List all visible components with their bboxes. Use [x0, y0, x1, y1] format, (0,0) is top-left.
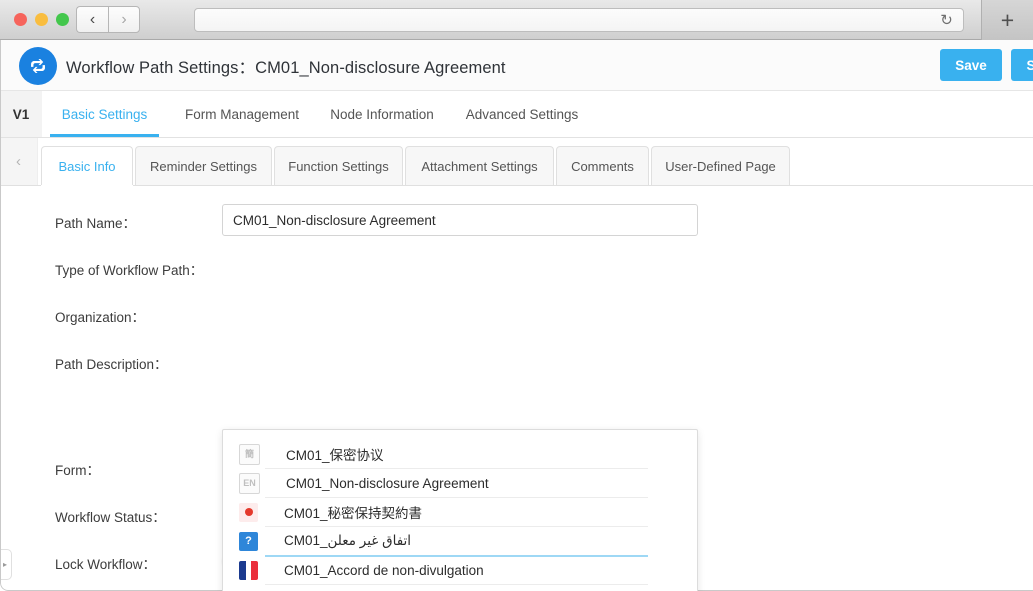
new-tab-button[interactable]: + — [981, 0, 1033, 40]
secondary-tab-bar: ‹ Basic Info Reminder Settings Function … — [0, 138, 1033, 186]
tab-node-information[interactable]: Node Information — [317, 91, 447, 137]
maximize-window-button[interactable] — [56, 13, 69, 26]
form-panel: Path Name： CM01_Non-disclosure Agreement… — [0, 186, 1033, 591]
zh-simplified-flag-icon: 簡 — [239, 443, 260, 465]
path-description-label: Path Description： — [55, 357, 168, 372]
row-underline — [265, 584, 648, 585]
organization-label: Organization： — [55, 310, 146, 325]
dialog-row-value[interactable]: CM01_保密协议 — [286, 444, 384, 464]
path-name-input[interactable]: CM01_Non-disclosure Agreement — [222, 204, 698, 236]
dialog-row-fr[interactable]: CM01_Accord de non-divulgation — [239, 556, 649, 584]
dialog-row-ja[interactable]: CM01_秘密保持契約書 — [239, 498, 649, 526]
tab-basic-settings[interactable]: Basic Settings — [42, 91, 167, 137]
tab-scroll-left-icon[interactable]: ‹ — [0, 138, 38, 185]
collapsed-panel-handle[interactable]: ▸ — [0, 549, 12, 580]
workflow-status-label: Workflow Status： — [55, 510, 166, 525]
minimize-window-button[interactable] — [35, 13, 48, 26]
close-window-button[interactable] — [14, 13, 27, 26]
dialog-row-value[interactable]: CM01_秘密保持契約書 — [284, 502, 422, 522]
app-header: Workflow Path Settings：CM01_Non-disclosu… — [0, 40, 1033, 91]
japan-flag-icon — [239, 502, 258, 522]
dialog-row-value[interactable]: CM01_Accord de non-divulgation — [284, 563, 484, 578]
type-of-workflow-path-label: Type of Workflow Path： — [55, 263, 204, 278]
tab-function-settings[interactable]: Function Settings — [274, 146, 403, 185]
forward-button[interactable]: › — [108, 6, 140, 33]
save-button[interactable]: Save — [940, 49, 1002, 81]
tab-attachment-settings[interactable]: Attachment Settings — [405, 146, 554, 185]
tab-comments[interactable]: Comments — [556, 146, 649, 185]
france-flag-icon — [239, 560, 258, 580]
dialog-row-zh[interactable]: 簡 CM01_保密协议 — [239, 440, 649, 468]
multilanguage-name-dialog: 簡 CM01_保密协议 EN CM01_Non-disclosure Agree… — [222, 429, 698, 591]
tab-advanced-settings[interactable]: Advanced Settings — [452, 91, 592, 137]
dialog-row-ar[interactable]: ? CM01_اتفاق غير معلن — [239, 527, 649, 555]
tab-reminder-settings[interactable]: Reminder Settings — [135, 146, 272, 185]
window-controls — [14, 13, 69, 26]
back-button[interactable]: ‹ — [76, 6, 108, 33]
path-name-label: Path Name： — [55, 216, 137, 231]
app-logo-icon — [19, 47, 57, 85]
form-label: Form： — [55, 463, 100, 478]
dialog-row-en[interactable]: EN CM01_Non-disclosure Agreement — [239, 469, 649, 497]
browser-window: ‹ › ↻ + Workflow Path Settings：CM01_Non-… — [0, 0, 1033, 591]
dialog-row-value[interactable]: CM01_اتفاق غير معلن — [284, 533, 411, 549]
page-title: Workflow Path Settings：CM01_Non-disclosu… — [66, 59, 506, 77]
version-badge: V1 — [0, 91, 42, 137]
tab-form-management[interactable]: Form Management — [172, 91, 312, 137]
primary-tab-bar: V1 Basic Settings Form Management Node I… — [0, 91, 1033, 138]
tab-user-defined-page[interactable]: User-Defined Page — [651, 146, 790, 185]
address-bar[interactable]: ↻ — [194, 8, 964, 32]
browser-chrome: ‹ › ↻ + — [0, 0, 1033, 40]
dialog-row-value[interactable]: CM01_Non-disclosure Agreement — [286, 476, 489, 491]
header-actions: Save S — [940, 49, 1033, 81]
secondary-action-button[interactable]: S — [1011, 49, 1033, 81]
unknown-language-flag-icon: ? — [239, 531, 258, 551]
english-flag-icon: EN — [239, 472, 260, 494]
tab-basic-info[interactable]: Basic Info — [41, 146, 133, 186]
reload-icon[interactable]: ↻ — [938, 12, 955, 29]
lock-workflow-label: Lock Workflow： — [55, 557, 157, 572]
navigation-buttons: ‹ › — [76, 6, 140, 33]
